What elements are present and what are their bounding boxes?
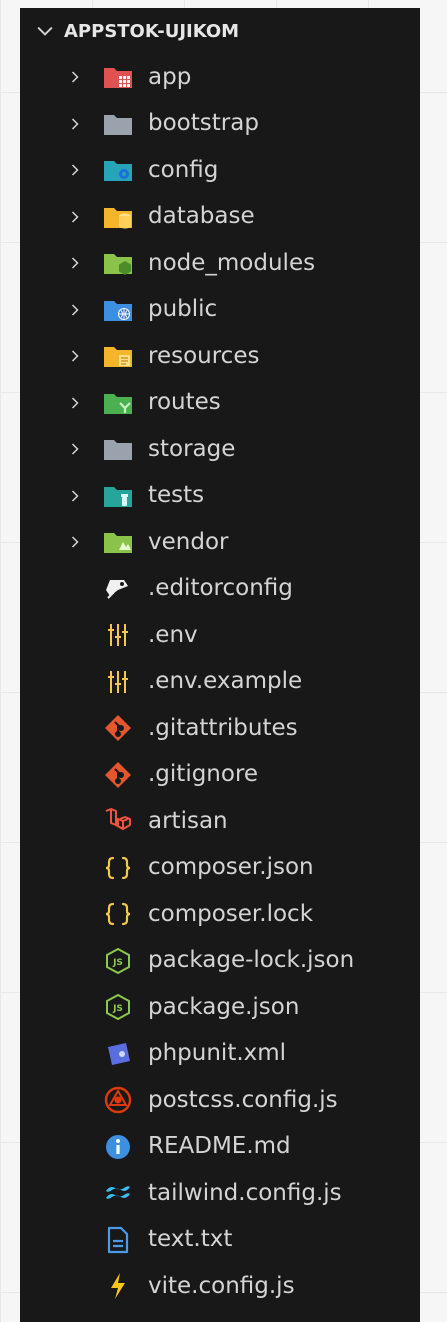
chevron-right-icon [62,157,88,183]
file-tree: app bootstrap config database node_modul… [20,54,420,1310]
tree-item-label: public [148,296,218,323]
info-icon [102,1132,134,1162]
tree-file-composer-json[interactable]: composer.json [20,845,420,892]
tree-file-env-example[interactable]: .env.example [20,659,420,706]
tree-folder-app[interactable]: app [20,54,420,101]
public-folder-icon [102,295,134,325]
chevron-down-icon [37,26,53,36]
tree-folder-vendor[interactable]: vendor [20,519,420,566]
chevron-right-icon [62,529,88,555]
tree-item-label: vendor [148,528,229,555]
tree-folder-tests[interactable]: tests [20,473,420,520]
vite-icon [102,1271,134,1301]
chevron-right-icon [62,297,88,323]
tree-item-label: routes [148,389,221,416]
tree-folder-bootstrap[interactable]: bootstrap [20,101,420,148]
chevron-right-icon [62,343,88,369]
tests-folder-icon [102,481,134,511]
tree-item-label: composer.lock [148,900,314,927]
nodejs-icon: JS [102,946,134,976]
env-icon [102,667,134,697]
postcss-icon [102,1085,134,1115]
app-folder-icon [102,62,134,92]
resources-folder-icon [102,341,134,371]
tree-item-label: tailwind.config.js [148,1179,342,1206]
tree-folder-node-modules[interactable]: node_modules [20,240,420,287]
tree-file-readme[interactable]: README.md [20,1124,420,1171]
tree-file-text-txt[interactable]: text.txt [20,1217,420,1264]
tree-folder-storage[interactable]: storage [20,426,420,473]
braces-icon [102,853,134,883]
tree-file-vite-config[interactable]: vite.config.js [20,1263,420,1310]
chevron-right-icon [62,436,88,462]
chevron-right-icon [62,111,88,137]
tree-file-phpunit-xml[interactable]: phpunit.xml [20,1031,420,1078]
tree-item-label: .env.example [148,668,303,695]
routes-folder-icon [102,388,134,418]
file-explorer: APPSTOK-UJIKOM app bootstrap config data… [20,8,420,1322]
tree-folder-public[interactable]: public [20,287,420,334]
tree-item-label: resources [148,342,260,369]
tree-item-label: artisan [148,807,228,834]
tree-item-label: bootstrap [148,110,259,137]
env-icon [102,620,134,650]
tree-item-label: .env [148,621,198,648]
tree-item-label: config [148,156,219,183]
tree-file-editorconfig[interactable]: .editorconfig [20,566,420,613]
tree-item-label: package-lock.json [148,947,355,974]
tree-item-label: database [148,203,255,230]
laravel-icon [102,806,134,836]
tree-file-gitignore[interactable]: .gitignore [20,752,420,799]
tree-item-label: phpunit.xml [148,1040,287,1067]
chevron-right-icon [62,64,88,90]
phpunit-icon [102,1039,134,1069]
tree-file-package-lock-json[interactable]: JS package-lock.json [20,938,420,985]
chevron-right-icon [62,483,88,509]
tree-item-label: .gitattributes [148,714,298,741]
vendor-folder-icon [102,527,134,557]
database-folder-icon [102,202,134,232]
chevron-right-icon [62,250,88,276]
folder-icon [102,109,134,139]
tree-folder-database[interactable]: database [20,194,420,241]
tree-item-label: text.txt [148,1226,233,1253]
tree-file-postcss-config[interactable]: postcss.config.js [20,1077,420,1124]
tree-file-gitattributes[interactable]: .gitattributes [20,705,420,752]
tree-item-label: storage [148,435,236,462]
editorconfig-icon [102,574,134,604]
nodejs-icon: JS [102,992,134,1022]
chevron-right-icon [62,390,88,416]
tree-file-package-json[interactable]: JS package.json [20,984,420,1031]
tree-item-label: package.json [148,993,300,1020]
tailwind-icon [102,1178,134,1208]
text-file-icon [102,1225,134,1255]
svg-text:JS: JS [112,1004,123,1014]
explorer-root-header[interactable]: APPSTOK-UJIKOM [20,8,420,54]
tree-item-label: README.md [148,1133,291,1160]
tree-file-artisan[interactable]: artisan [20,798,420,845]
svg-text:JS: JS [112,958,123,968]
git-icon [102,760,134,790]
tree-file-env[interactable]: .env [20,612,420,659]
tree-folder-routes[interactable]: routes [20,380,420,427]
explorer-root-label: APPSTOK-UJIKOM [64,20,240,42]
tree-item-label: composer.json [148,854,314,881]
tree-item-label: vite.config.js [148,1272,295,1299]
tree-item-label: node_modules [148,249,316,276]
tree-item-label: app [148,63,192,90]
chevron-right-icon [62,204,88,230]
folder-icon [102,434,134,464]
tree-folder-config[interactable]: config [20,147,420,194]
node-folder-icon [102,248,134,278]
braces-icon [102,899,134,929]
tree-folder-resources[interactable]: resources [20,333,420,380]
tree-item-label: tests [148,482,205,509]
tree-file-tailwind-config[interactable]: tailwind.config.js [20,1170,420,1217]
tree-file-composer-lock[interactable]: composer.lock [20,891,420,938]
config-folder-icon [102,155,134,185]
tree-item-label: .editorconfig [148,575,293,602]
tree-item-label: postcss.config.js [148,1086,338,1113]
tree-item-label: .gitignore [148,761,259,788]
git-icon [102,713,134,743]
